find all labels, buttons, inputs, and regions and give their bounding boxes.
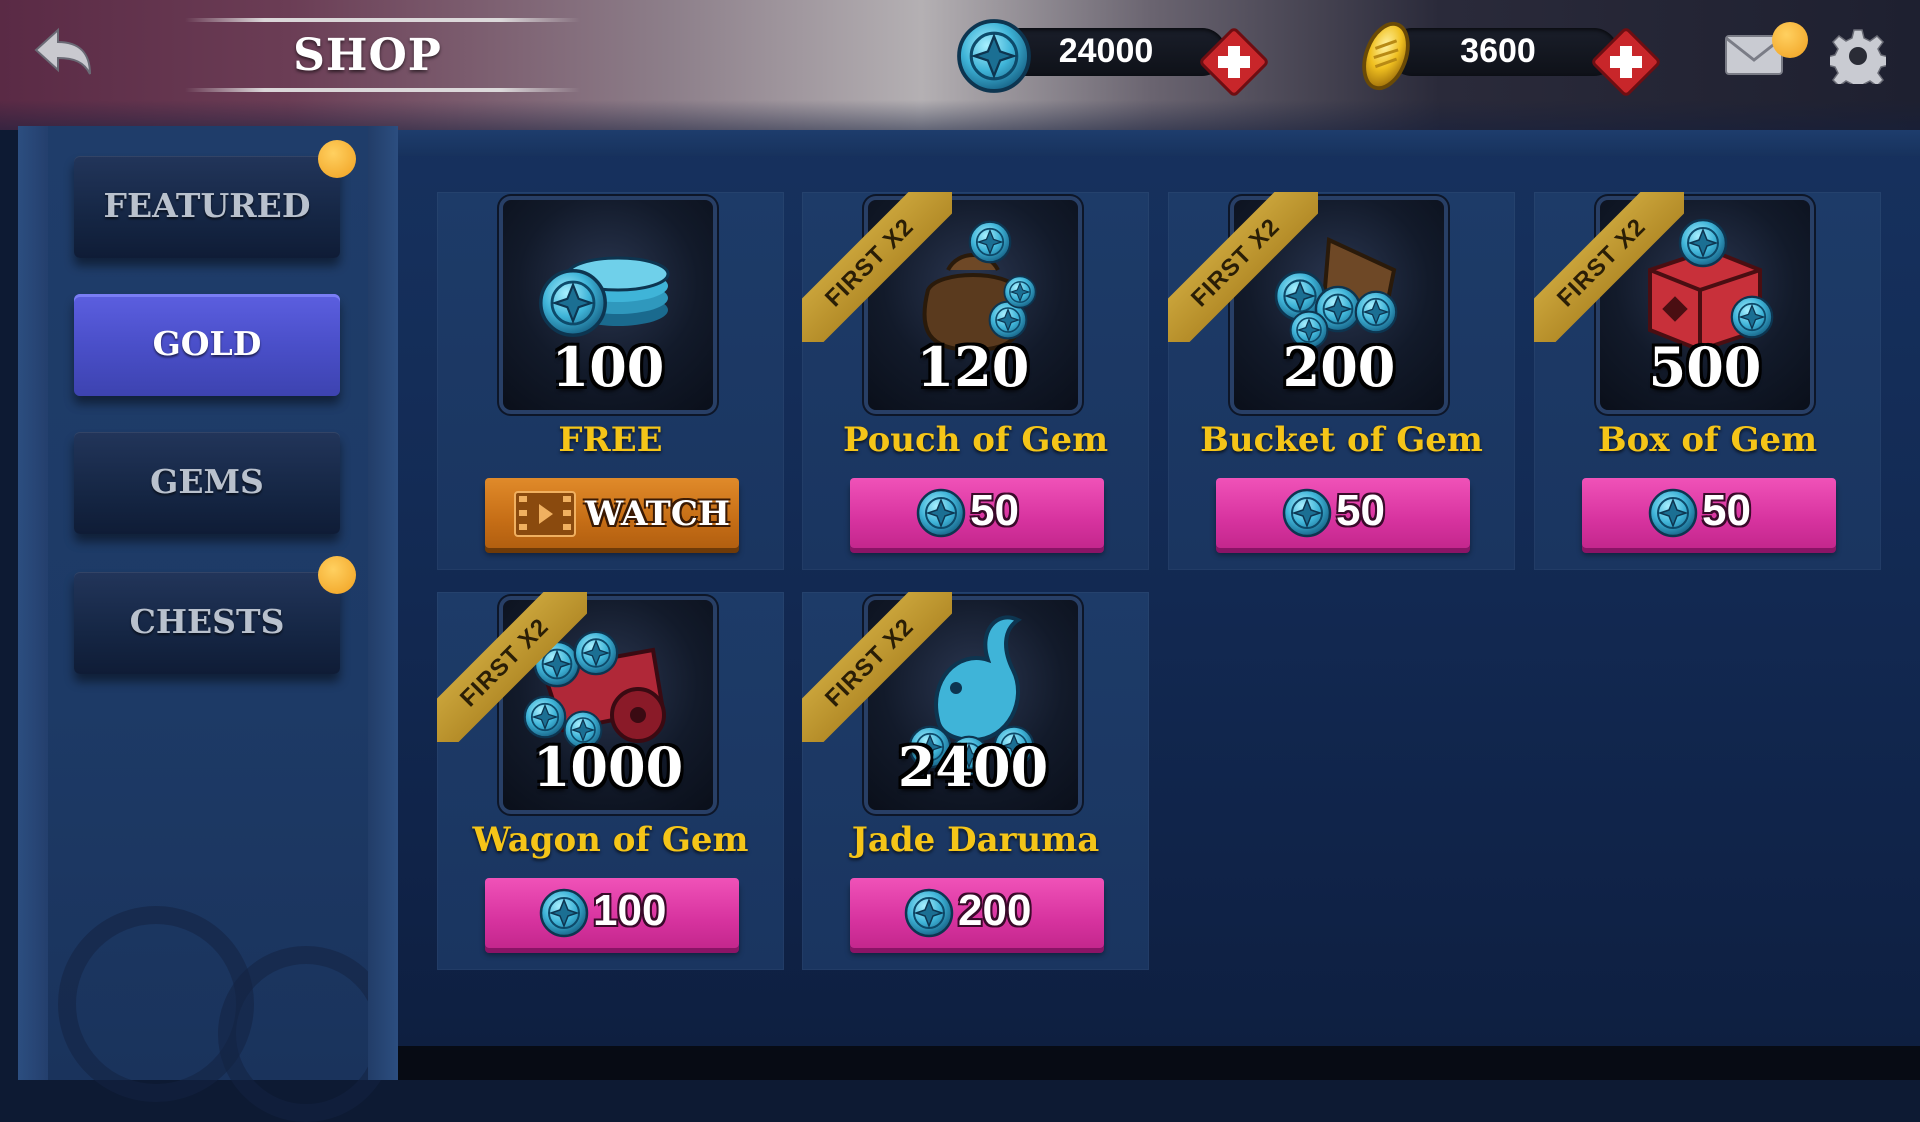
offer-amount: 500 — [1648, 335, 1762, 399]
film-icon — [514, 491, 576, 537]
mail-notification-dot — [1772, 22, 1808, 58]
price-label: 100 — [593, 886, 667, 935]
offer-amount: 120 — [916, 335, 1030, 399]
offer-name: Pouch of Gem — [842, 420, 1109, 460]
page-title: SHOP — [293, 30, 442, 81]
first-x2-ribbon: FIRST X2 — [1534, 192, 1684, 342]
offer-name: Box of Gem — [1597, 420, 1818, 460]
page-title-banner: SHOP — [185, 14, 580, 96]
ribbon-label: FIRST X2 — [802, 592, 952, 742]
buy-button[interactable]: 200 — [850, 878, 1104, 948]
offer-amount: 200 — [1282, 335, 1396, 399]
category-sidebar: FEATURED GOLD GEMS CHESTS — [18, 126, 398, 1122]
ribbon-label: FIRST X2 — [1168, 192, 1318, 342]
offer-amount: 100 — [551, 335, 665, 399]
shop-panel-bottom-edge — [398, 1046, 1920, 1080]
shop-panel-header-strip — [398, 130, 1920, 156]
tab-featured[interactable]: FEATURED — [74, 140, 356, 258]
offer-amount: 2400 — [897, 735, 1049, 799]
add-gems-button[interactable] — [1194, 22, 1274, 102]
buy-button[interactable]: 50 — [850, 478, 1104, 548]
watch-ad-button[interactable]: WATCH — [485, 478, 739, 548]
first-x2-ribbon: FIRST X2 — [802, 592, 952, 742]
offer-card-daruma[interactable]: 2400 Jade Daruma 200 FIRST X2 — [802, 592, 1149, 970]
add-gold-button[interactable] — [1586, 22, 1666, 102]
tab-label: GEMS — [150, 462, 264, 501]
offer-name: Bucket of Gem — [1200, 420, 1483, 460]
buy-button[interactable]: 50 — [1582, 478, 1836, 548]
offer-card-box[interactable]: 500 Box of Gem 50 FIRST X2 — [1534, 192, 1881, 570]
first-x2-ribbon: FIRST X2 — [802, 192, 952, 342]
gold-count: 3600 — [1460, 32, 1536, 70]
tab-chests[interactable]: CHESTS — [74, 556, 356, 674]
ribbon-label: FIRST X2 — [802, 192, 952, 342]
brush-stroke-bottom — [185, 88, 580, 92]
price-label: 200 — [958, 886, 1032, 935]
gold-coin-icon — [1362, 21, 1410, 91]
offer-card-pouch[interactable]: 120 Pouch of Gem 50 FIRST X2 — [802, 192, 1149, 570]
tab-label: CHESTS — [129, 602, 285, 641]
ribbon-label: FIRST X2 — [1534, 192, 1684, 342]
buy-button[interactable]: 100 — [485, 878, 739, 948]
tab-gems[interactable]: GEMS — [74, 432, 340, 534]
tab-label: FEATURED — [103, 186, 311, 225]
gem-coin-icon — [956, 18, 1032, 94]
offer-amount: 1000 — [532, 735, 684, 799]
notification-dot — [318, 140, 356, 178]
gem-coin-icon — [1648, 488, 1698, 538]
offer-name: Wagon of Gem — [472, 820, 749, 860]
settings-gear-icon[interactable] — [1830, 28, 1886, 84]
gem-coin-icon — [904, 888, 954, 938]
back-button[interactable] — [28, 22, 98, 82]
gem-coin-icon — [916, 488, 966, 538]
brush-stroke-top — [185, 18, 580, 22]
tab-label: GOLD — [152, 324, 262, 363]
notification-dot — [318, 556, 356, 594]
tab-gold[interactable]: GOLD — [74, 294, 340, 396]
ribbon-label: FIRST X2 — [437, 592, 587, 742]
offer-card-wagon[interactable]: 1000 Wagon of Gem 100 FIRST X2 — [437, 592, 784, 970]
offer-name: Jade Daruma — [851, 820, 1100, 860]
price-label: 50 — [970, 486, 1019, 535]
offer-name: FREE — [558, 420, 663, 460]
gems-count: 24000 — [1058, 32, 1154, 70]
offer-card-free[interactable]: 100 FREE WATCH — [437, 192, 784, 570]
first-x2-ribbon: FIRST X2 — [437, 592, 587, 742]
gem-coin-icon — [1282, 488, 1332, 538]
buy-button[interactable]: 50 — [1216, 478, 1470, 548]
back-arrow-icon — [34, 27, 91, 75]
gem-coin-icon — [539, 888, 589, 938]
first-x2-ribbon: FIRST X2 — [1168, 192, 1318, 342]
price-label: 50 — [1702, 486, 1751, 535]
sidebar-decoration — [218, 946, 394, 1122]
price-label: 50 — [1336, 486, 1385, 535]
watch-label: WATCH — [585, 494, 731, 534]
offer-card-bucket[interactable]: 200 Bucket of Gem 50 FIRST X2 — [1168, 192, 1515, 570]
